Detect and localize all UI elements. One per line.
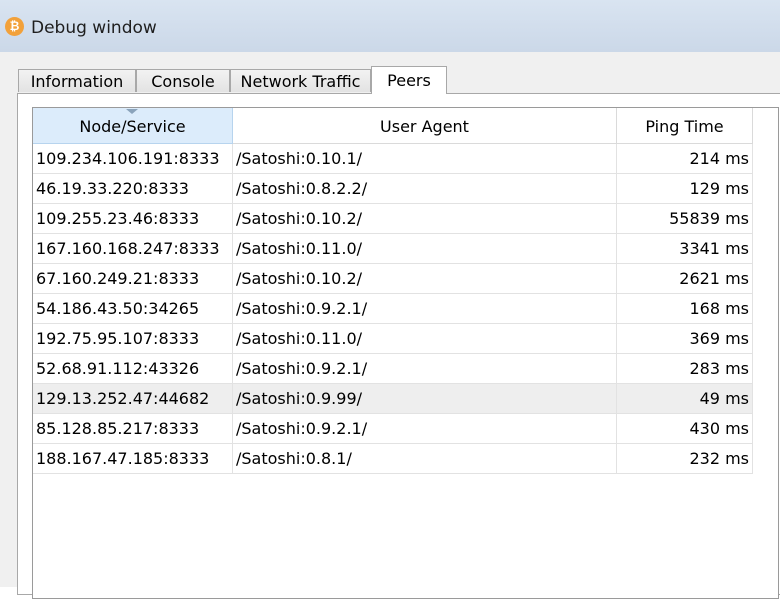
- peer-user-agent: /Satoshi:0.11.0/: [233, 234, 617, 264]
- table-row[interactable]: 52.68.91.112:43326/Satoshi:0.9.2.1/283 m…: [33, 354, 753, 384]
- peer-user-agent: /Satoshi:0.8.2.2/: [233, 174, 617, 204]
- tab-information[interactable]: Information: [18, 69, 136, 92]
- peer-ping-time: 232 ms: [617, 444, 753, 474]
- peer-user-agent: /Satoshi:0.11.0/: [233, 324, 617, 354]
- table-row[interactable]: 192.75.95.107:8333/Satoshi:0.11.0/369 ms: [33, 324, 753, 354]
- sort-indicator-icon: [126, 109, 138, 114]
- column-header-label: Ping Time: [645, 117, 724, 136]
- column-header-node-service[interactable]: Node/Service: [33, 108, 233, 144]
- table-row[interactable]: 167.160.168.247:8333/Satoshi:0.11.0/3341…: [33, 234, 753, 264]
- table-row[interactable]: 129.13.252.47:44682/Satoshi:0.9.99/49 ms: [33, 384, 753, 414]
- peer-user-agent: /Satoshi:0.10.2/: [233, 204, 617, 234]
- peer-ping-time: 283 ms: [617, 354, 753, 384]
- window-titlebar[interactable]: ₿ Debug window: [0, 0, 780, 52]
- column-header-label: Node/Service: [79, 117, 186, 136]
- table-row[interactable]: 67.160.249.21:8333/Satoshi:0.10.2/2621 m…: [33, 264, 753, 294]
- peer-address: 188.167.47.185:8333: [33, 444, 233, 474]
- tab-console[interactable]: Console: [136, 69, 230, 92]
- table-row[interactable]: 109.255.23.46:8333/Satoshi:0.10.2/55839 …: [33, 204, 753, 234]
- peer-ping-time: 369 ms: [617, 324, 753, 354]
- table-header: Node/Service User Agent Ping Time: [33, 108, 778, 144]
- peer-user-agent: /Satoshi:0.9.2.1/: [233, 294, 617, 324]
- table-row[interactable]: 188.167.47.185:8333/Satoshi:0.8.1/232 ms: [33, 444, 753, 474]
- peer-user-agent: /Satoshi:0.8.1/: [233, 444, 617, 474]
- column-header-ping-time[interactable]: Ping Time: [617, 108, 753, 144]
- peer-user-agent: /Satoshi:0.9.99/: [233, 384, 617, 414]
- table-row[interactable]: 46.19.33.220:8333/Satoshi:0.8.2.2/129 ms: [33, 174, 753, 204]
- peer-ping-time: 2621 ms: [617, 264, 753, 294]
- column-header-label: User Agent: [380, 117, 469, 136]
- peer-address: 54.186.43.50:34265: [33, 294, 233, 324]
- window-title: Debug window: [31, 18, 157, 38]
- peer-address: 67.160.249.21:8333: [33, 264, 233, 294]
- peer-ping-time: 55839 ms: [617, 204, 753, 234]
- peer-address: 46.19.33.220:8333: [33, 174, 233, 204]
- peer-address: 52.68.91.112:43326: [33, 354, 233, 384]
- peer-user-agent: /Satoshi:0.10.1/: [233, 144, 617, 174]
- peer-user-agent: /Satoshi:0.10.2/: [233, 264, 617, 294]
- peers-table: Node/Service User Agent Ping Time 109.23…: [32, 107, 779, 599]
- tab-network-traffic[interactable]: Network Traffic: [230, 69, 371, 92]
- peer-address: 129.13.252.47:44682: [33, 384, 233, 414]
- tab-peers[interactable]: Peers: [371, 66, 447, 94]
- bitcoin-icon: ₿: [5, 17, 24, 36]
- table-row[interactable]: 85.128.85.217:8333/Satoshi:0.9.2.1/430 m…: [33, 414, 753, 444]
- peer-ping-time: 168 ms: [617, 294, 753, 324]
- peer-ping-time: 430 ms: [617, 414, 753, 444]
- table-row[interactable]: 54.186.43.50:34265/Satoshi:0.9.2.1/168 m…: [33, 294, 753, 324]
- peer-user-agent: /Satoshi:0.9.2.1/: [233, 414, 617, 444]
- peer-ping-time: 129 ms: [617, 174, 753, 204]
- peer-address: 109.234.106.191:8333: [33, 144, 233, 174]
- peer-ping-time: 3341 ms: [617, 234, 753, 264]
- table-row[interactable]: 109.234.106.191:8333/Satoshi:0.10.1/214 …: [33, 144, 753, 174]
- peer-address: 109.255.23.46:8333: [33, 204, 233, 234]
- column-header-user-agent[interactable]: User Agent: [233, 108, 617, 144]
- peer-ping-time: 49 ms: [617, 384, 753, 414]
- peer-user-agent: /Satoshi:0.9.2.1/: [233, 354, 617, 384]
- peer-address: 85.128.85.217:8333: [33, 414, 233, 444]
- peer-ping-time: 214 ms: [617, 144, 753, 174]
- peer-address: 167.160.168.247:8333: [33, 234, 233, 264]
- peer-address: 192.75.95.107:8333: [33, 324, 233, 354]
